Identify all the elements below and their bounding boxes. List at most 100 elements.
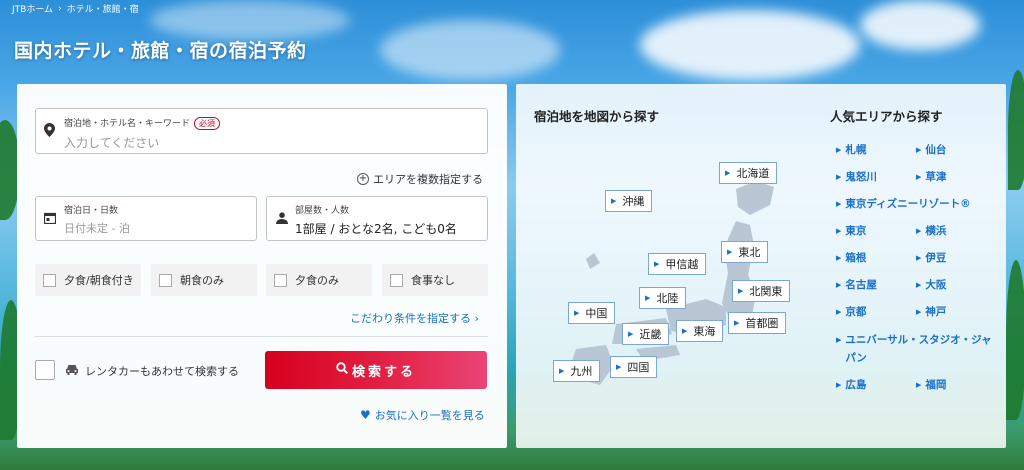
region-shutoken[interactable]: ▶ 首都圏 — [728, 312, 787, 334]
area-label: 伊豆 — [925, 252, 947, 264]
checkbox[interactable] — [43, 273, 56, 287]
conditions-link[interactable]: こだわり条件を指定する › — [350, 310, 479, 326]
region-shikoku[interactable]: ▶ 四国 — [610, 356, 658, 378]
area-link-kinugawa[interactable]: ▶ 鬼怒川 — [836, 169, 877, 184]
area-link-kyoto[interactable]: ▶ 京都 — [836, 304, 866, 319]
rooms-value: 1部屋 / おとな2名, こども0名 — [295, 222, 457, 236]
area-link-tdr[interactable]: ▶ 東京ディズニーリゾート® — [836, 196, 971, 211]
caret-right-icon: ▶ — [916, 307, 922, 316]
area-link-izu[interactable]: ▶ 伊豆 — [916, 250, 946, 265]
cloud — [640, 10, 860, 80]
area-label: 広島 — [845, 379, 867, 391]
rooms-guests-field[interactable]: 部屋数・人数 1部屋 / おとな2名, こども0名 — [266, 196, 488, 241]
meal-label: 夕食のみ — [295, 274, 339, 287]
cloud — [860, 0, 980, 50]
cloud — [380, 20, 560, 80]
region-okinawa[interactable]: ▶ 沖縄 — [605, 190, 653, 212]
caret-right-icon: ▶ — [725, 169, 731, 177]
multi-area-label: エリアを複数指定する — [373, 173, 483, 186]
caret-right-icon: ▶ — [574, 309, 580, 317]
area-link-sendai[interactable]: ▶ 仙台 — [916, 142, 946, 157]
meal-option-none[interactable]: 食事なし — [382, 264, 488, 296]
region-koshinetsu[interactable]: ▶ 甲信越 — [648, 253, 707, 275]
meal-option-dinner[interactable]: 夕食のみ — [266, 264, 372, 296]
caret-right-icon: ▶ — [727, 248, 733, 256]
area-label: 神戸 — [925, 306, 947, 318]
area-link-osaka[interactable]: ▶ 大阪 — [916, 277, 946, 292]
caret-right-icon: ▶ — [645, 294, 651, 302]
region-kinki[interactable]: ▶ 近畿 — [622, 323, 670, 345]
area-link-yokohama[interactable]: ▶ 横浜 — [916, 223, 946, 238]
region-hokuriku[interactable]: ▶ 北陸 — [639, 287, 687, 309]
destination-label: 宿泊地・ホテル名・キーワード — [64, 119, 191, 129]
area-label: 東京ディズニーリゾート® — [845, 198, 971, 210]
caret-right-icon: ▶ — [916, 280, 922, 289]
date-field[interactable]: 宿泊日・日数 日付未定 - 泊 — [35, 196, 257, 241]
area-link-hakone[interactable]: ▶ 箱根 — [836, 250, 866, 265]
destination-input[interactable]: 入力してください — [64, 134, 159, 151]
destination-field[interactable]: 宿泊地・ホテル名・キーワード 必須 入力してください — [35, 108, 488, 154]
meal-label: 食事なし — [411, 274, 455, 287]
area-link-sapporo[interactable]: ▶ 札幌 — [836, 142, 866, 157]
caret-right-icon: ▶ — [836, 172, 842, 181]
area-link-kusatsu[interactable]: ▶ 草津 — [916, 169, 946, 184]
region-kyushu[interactable]: ▶ 九州 — [553, 360, 601, 382]
region-label: 北陸 — [656, 292, 679, 305]
area-label: 鬼怒川 — [845, 171, 877, 183]
region-label: 九州 — [570, 365, 593, 378]
region-chugoku[interactable]: ▶ 中国 — [568, 302, 616, 324]
area-link-tokyo[interactable]: ▶ 東京 — [836, 223, 866, 238]
area-label: ユニバーサル・スタジオ・ジャパン — [845, 334, 992, 364]
rooms-label: 部屋数・人数 — [295, 206, 350, 216]
rental-car-option[interactable]: レンタカーもあわせて検索する — [65, 363, 239, 379]
required-badge: 必須 — [194, 117, 221, 130]
palm-leaf — [1006, 260, 1024, 420]
checkbox[interactable] — [274, 273, 287, 287]
area-label: 箱根 — [845, 252, 867, 264]
meal-option-both[interactable]: 夕食/朝食付き — [35, 264, 141, 296]
area-link-hiroshima[interactable]: ▶ 広島 — [836, 377, 866, 392]
calendar-icon — [43, 212, 57, 227]
region-hokkaido[interactable]: ▶ 北海道 — [719, 162, 778, 184]
car-icon — [65, 364, 79, 378]
plus-circle-icon: + — [357, 173, 369, 185]
checkbox[interactable] — [390, 273, 403, 287]
area-link-usj[interactable]: ▶ ユニバーサル・スタジオ・ジャパン — [836, 331, 996, 367]
caret-right-icon: ▶ — [916, 226, 922, 235]
caret-right-icon: ▶ — [916, 172, 922, 181]
search-button[interactable]: 検索する — [265, 351, 487, 389]
region-tohoku[interactable]: ▶ 東北 — [721, 241, 769, 263]
caret-right-icon: ▶ — [734, 319, 740, 327]
checkbox[interactable] — [159, 273, 172, 287]
caret-right-icon: ▶ — [836, 336, 842, 344]
date-label: 宿泊日・日数 — [64, 206, 119, 216]
caret-right-icon: ▶ — [654, 260, 660, 268]
map-title: 宿泊地を地図から探す — [534, 109, 660, 124]
favorites-link[interactable]: ♥ お気に入り一覧を見る — [360, 407, 485, 423]
area-link-kobe[interactable]: ▶ 神戸 — [916, 304, 946, 319]
region-tokai[interactable]: ▶ 東海 — [676, 320, 724, 342]
map-panel: 宿泊地を地図から探す ▶ 北海道 ▶ 沖縄 ▶ 東北 ▶ 甲信越 ▶ 北陸 ▶ 北関東 ▶ 中… — [516, 84, 1006, 448]
multi-area-link[interactable]: + エリアを複数指定する — [357, 171, 483, 187]
caret-right-icon: ▶ — [836, 307, 842, 316]
region-label: 甲信越 — [665, 258, 699, 271]
rental-car-checkbox[interactable] — [35, 360, 55, 380]
caret-right-icon: ▶ — [616, 363, 622, 371]
caret-right-icon: ▶ — [836, 199, 842, 208]
breadcrumb-separator-icon: › — [58, 3, 62, 14]
popular-title: 人気エリアから探す — [830, 109, 943, 124]
meal-option-breakfast[interactable]: 朝食のみ — [151, 264, 257, 296]
caret-right-icon: ▶ — [916, 145, 922, 154]
breadcrumb-home-link[interactable]: JTBホーム — [12, 2, 53, 15]
rental-car-label: レンタカーもあわせて検索する — [85, 365, 239, 378]
area-link-fukuoka[interactable]: ▶ 福岡 — [916, 377, 946, 392]
area-link-nagoya[interactable]: ▶ 名古屋 — [836, 277, 877, 292]
divider — [35, 336, 488, 337]
caret-right-icon: ▶ — [682, 327, 688, 335]
search-icon — [336, 362, 348, 378]
cloud — [150, 0, 350, 40]
region-kitakanto[interactable]: ▶ 北関東 — [732, 280, 791, 302]
meal-label: 夕食/朝食付き — [64, 274, 134, 287]
area-label: 福岡 — [925, 379, 947, 391]
person-icon — [276, 212, 288, 227]
